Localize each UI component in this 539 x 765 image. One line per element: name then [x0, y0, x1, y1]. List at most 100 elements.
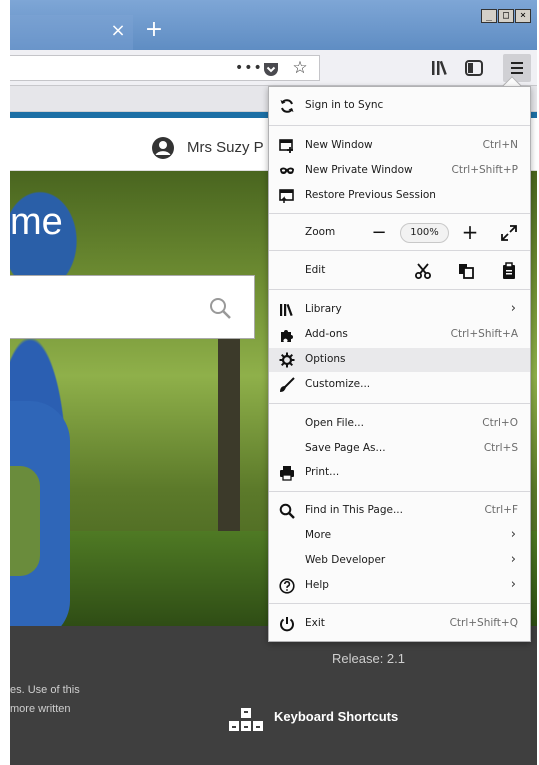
menu-item-label: New Window — [305, 139, 373, 151]
library-icon — [280, 303, 293, 316]
zoom-in-button[interactable]: + — [459, 222, 481, 242]
shortcut-label: Ctrl+N — [482, 139, 518, 151]
menu-item-find-in-page[interactable]: Find in This Page... Ctrl+F — [269, 499, 530, 523]
menu-item-label: Add-ons — [305, 328, 348, 340]
new-tab-button[interactable]: + — [142, 16, 166, 44]
restore-button[interactable]: □ — [498, 9, 514, 23]
site-search-input[interactable] — [10, 275, 255, 339]
printer-icon — [280, 466, 294, 481]
welcome-title: me — [10, 201, 63, 243]
menu-item-sign-in-sync[interactable]: Sign in to Sync — [269, 94, 530, 118]
sidebar-icon[interactable] — [464, 59, 484, 77]
menu-item-open-file[interactable]: Open File... Ctrl+O — [269, 412, 530, 436]
menu-item-label: Open File... — [305, 417, 364, 429]
menu-item-label: Web Developer — [305, 554, 386, 566]
zoom-reset-button[interactable]: 100% — [400, 223, 449, 243]
hamburger-icon — [511, 62, 523, 74]
cut-icon[interactable] — [414, 262, 432, 280]
shortcut-label: Ctrl+Shift+A — [450, 328, 518, 340]
menu-item-new-window[interactable]: New Window Ctrl+N — [269, 134, 530, 158]
menu-item-label: Sign in to Sync — [305, 99, 384, 111]
menu-item-new-private-window[interactable]: New Private Window Ctrl+Shift+P — [269, 159, 530, 183]
menu-item-library[interactable]: Library › — [269, 298, 530, 322]
sculpture-hole — [10, 466, 40, 576]
new-window-icon — [279, 139, 293, 153]
minimize-button[interactable]: _ — [481, 9, 497, 23]
help-icon — [279, 578, 295, 594]
sync-icon — [280, 99, 294, 113]
paintbrush-icon — [280, 377, 295, 392]
copy-icon[interactable] — [457, 262, 475, 280]
power-icon — [280, 617, 294, 632]
menu-item-label: Print... — [305, 466, 340, 478]
nav-bar: ••• ☆ — [10, 50, 537, 86]
menu-item-label: Customize... — [305, 378, 371, 390]
tab-close-button[interactable]: × — [108, 18, 128, 44]
menu-item-label: Exit — [305, 617, 325, 629]
menu-item-label: Save Page As... — [305, 442, 386, 454]
menu-separator — [269, 213, 530, 214]
menu-item-label: Find in This Page... — [305, 504, 403, 516]
menu-item-zoom: Zoom − 100% + — [269, 221, 530, 245]
fullscreen-icon[interactable] — [500, 224, 518, 242]
page-footer: Release: 2.1 es. Use of this more writte… — [10, 626, 537, 765]
user-avatar-icon[interactable] — [151, 136, 175, 160]
title-bar: × + _ □ × — [10, 0, 537, 50]
app-menu-panel: Sign in to Sync New Window Ctrl+N New Pr… — [268, 86, 531, 642]
restore-session-icon — [279, 189, 294, 203]
puzzle-piece-icon — [281, 330, 293, 342]
page-actions-icon[interactable]: ••• — [235, 58, 262, 78]
menu-item-label: New Private Window — [305, 164, 413, 176]
window-controls: _ □ × — [481, 9, 531, 23]
menu-item-label: More — [305, 529, 332, 541]
keyboard-icon[interactable] — [228, 706, 264, 734]
menu-item-label: Edit — [305, 264, 326, 276]
chevron-right-icon: › — [510, 301, 516, 316]
shortcut-label: Ctrl+S — [483, 442, 518, 454]
menu-item-label: Restore Previous Session — [305, 189, 436, 201]
menu-item-edit: Edit — [269, 259, 530, 283]
private-mask-icon — [280, 167, 294, 174]
library-icon[interactable] — [430, 59, 452, 77]
footer-text-1: es. Use of this — [10, 684, 80, 696]
paste-icon[interactable] — [500, 262, 518, 280]
menu-item-label: Library — [305, 303, 342, 315]
menu-separator — [269, 125, 530, 126]
menu-item-restore-session[interactable]: Restore Previous Session — [269, 184, 530, 208]
menu-separator — [269, 289, 530, 290]
menu-item-help[interactable]: Help › — [269, 574, 530, 598]
zoom-out-button[interactable]: − — [369, 224, 389, 242]
footer-text-2: more written — [10, 703, 71, 715]
menu-item-print[interactable]: Print... — [269, 461, 530, 485]
shortcut-label: Ctrl+Shift+Q — [449, 617, 518, 629]
menu-item-addons[interactable]: Add-ons Ctrl+Shift+A — [269, 323, 530, 347]
menu-item-label: Zoom — [305, 226, 336, 238]
pocket-icon[interactable] — [261, 59, 281, 79]
menu-item-label: Help — [305, 579, 329, 591]
hamburger-menu-button[interactable] — [503, 54, 531, 82]
menu-separator — [269, 250, 530, 251]
chevron-right-icon: › — [510, 527, 516, 542]
menu-separator — [269, 603, 530, 604]
gear-icon — [279, 352, 295, 368]
url-bar[interactable]: ••• ☆ — [10, 55, 320, 81]
menu-item-web-developer[interactable]: Web Developer › — [269, 549, 530, 573]
menu-item-label: Options — [305, 353, 346, 365]
bookmark-star-icon[interactable]: ☆ — [288, 57, 312, 79]
user-name[interactable]: Mrs Suzy P — [187, 139, 264, 156]
search-icon[interactable] — [208, 296, 232, 320]
menu-item-save-page[interactable]: Save Page As... Ctrl+S — [269, 437, 530, 461]
shortcut-label: Ctrl+O — [482, 417, 518, 429]
menu-item-options[interactable]: Options — [269, 348, 530, 372]
search-icon — [279, 503, 295, 519]
menu-item-customize[interactable]: Customize... — [269, 373, 530, 397]
menu-separator — [269, 403, 530, 404]
keyboard-shortcuts-link[interactable]: Keyboard Shortcuts — [274, 709, 398, 724]
menu-item-exit[interactable]: Exit Ctrl+Shift+Q — [269, 612, 530, 636]
release-version: Release: 2.1 — [332, 651, 405, 666]
chevron-right-icon: › — [510, 577, 516, 592]
menu-separator — [269, 491, 530, 492]
menu-item-more[interactable]: More › — [269, 524, 530, 548]
close-window-button[interactable]: × — [515, 9, 531, 23]
shortcut-label: Ctrl+F — [484, 504, 518, 516]
